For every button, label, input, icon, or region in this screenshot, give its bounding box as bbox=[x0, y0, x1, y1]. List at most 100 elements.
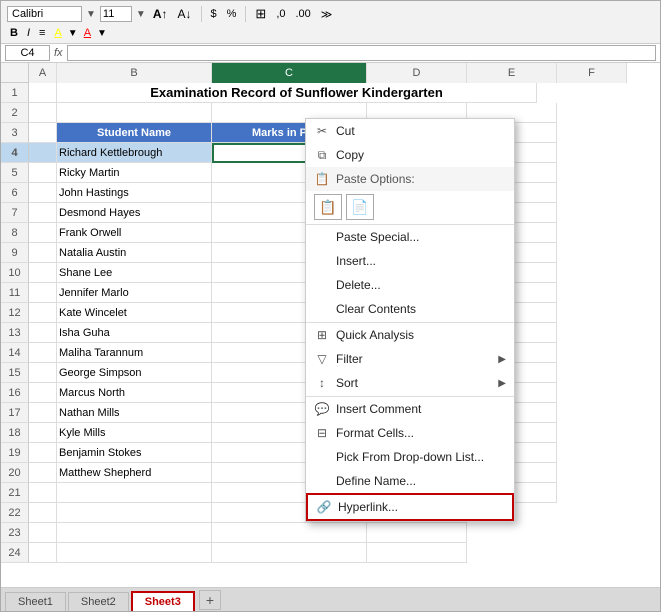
cell-14-b[interactable]: Maliha Tarannum bbox=[57, 343, 212, 363]
cell-19-a[interactable]: 19 bbox=[1, 443, 29, 463]
cell-21-a[interactable]: 21 bbox=[1, 483, 29, 503]
context-clear-contents[interactable]: Clear Contents bbox=[306, 297, 514, 321]
cell-15-a[interactable]: 15 bbox=[1, 363, 29, 383]
cell-18-a[interactable]: 18 bbox=[1, 423, 29, 443]
cell-4-b[interactable]: Richard Kettlebrough bbox=[57, 143, 212, 163]
decrease-decimal-button[interactable]: .00 bbox=[293, 7, 314, 21]
cell-19-b[interactable]: Benjamin Stokes bbox=[57, 443, 212, 463]
paste-btn-2[interactable]: 📄 bbox=[346, 194, 374, 220]
cell-23-d[interactable] bbox=[367, 523, 467, 543]
cell-24-b[interactable] bbox=[57, 543, 212, 563]
cell-16-a[interactable]: 16 bbox=[1, 383, 29, 403]
formula-input[interactable] bbox=[67, 45, 656, 61]
cell-2-a[interactable]: 2 bbox=[1, 103, 29, 123]
sheet-tab-1[interactable]: Sheet1 bbox=[5, 592, 66, 611]
shrink-font-button[interactable]: A↓ bbox=[174, 6, 194, 22]
cell-5-a[interactable]: 5 bbox=[1, 163, 29, 183]
col-header-c[interactable]: C bbox=[212, 63, 367, 83]
percent-button[interactable]: % bbox=[224, 7, 240, 21]
divider1 bbox=[201, 6, 202, 22]
align-button[interactable]: ≡ bbox=[36, 26, 48, 40]
cell-12-a[interactable]: 12 bbox=[1, 303, 29, 323]
cell-20-b[interactable]: Matthew Shepherd bbox=[57, 463, 212, 483]
cell-6-a[interactable]: 6 bbox=[1, 183, 29, 203]
cell-20-a[interactable]: 20 bbox=[1, 463, 29, 483]
context-hyperlink[interactable]: 🔗 Hyperlink... bbox=[306, 493, 514, 521]
col-header-b[interactable]: B bbox=[57, 63, 212, 83]
cell-1-a[interactable]: 1 bbox=[1, 83, 29, 103]
add-sheet-button[interactable]: + bbox=[199, 590, 221, 610]
cell-23-a[interactable]: 23 bbox=[1, 523, 29, 543]
context-filter[interactable]: ▽ Filter ▶ bbox=[306, 347, 514, 371]
cell-3-a[interactable]: 3 bbox=[1, 123, 29, 143]
cell-9-a[interactable]: 9 bbox=[1, 243, 29, 263]
cell-4-a[interactable]: 4 bbox=[1, 143, 29, 163]
sheet-tab-2[interactable]: Sheet2 bbox=[68, 592, 129, 611]
cell-5-b[interactable]: Ricky Martin bbox=[57, 163, 212, 183]
cell-7-b[interactable]: Desmond Hayes bbox=[57, 203, 212, 223]
increase-decimal-button[interactable]: ,0 bbox=[273, 7, 288, 21]
context-pick-dropdown[interactable]: Pick From Drop-down List... bbox=[306, 445, 514, 469]
cell-2-b[interactable] bbox=[57, 103, 212, 123]
cell-8-b[interactable]: Frank Orwell bbox=[57, 223, 212, 243]
cell-21-b[interactable] bbox=[57, 483, 212, 503]
cell-24-a[interactable]: 24 bbox=[1, 543, 29, 563]
cell-name-box[interactable] bbox=[5, 45, 50, 61]
font-name-input[interactable] bbox=[7, 6, 82, 22]
context-cut[interactable]: ✂ Cut bbox=[306, 119, 514, 143]
sheet-tab-3[interactable]: Sheet3 bbox=[131, 591, 195, 611]
paste-btn-1[interactable]: 📋 bbox=[314, 194, 342, 220]
cell-13-b[interactable]: Isha Guha bbox=[57, 323, 212, 343]
cell-23-c[interactable] bbox=[212, 523, 367, 543]
cell-22-a[interactable]: 22 bbox=[1, 503, 29, 523]
font-name-dropdown-icon[interactable]: ▼ bbox=[86, 9, 96, 20]
cell-13-a[interactable]: 13 bbox=[1, 323, 29, 343]
context-insert[interactable]: Insert... bbox=[306, 249, 514, 273]
context-delete[interactable]: Delete... bbox=[306, 273, 514, 297]
col-header-a[interactable]: A bbox=[29, 63, 57, 83]
cell-8-a[interactable]: 8 bbox=[1, 223, 29, 243]
highlight-dropdown[interactable]: ▼ bbox=[68, 28, 78, 39]
cell-24-d[interactable] bbox=[367, 543, 467, 563]
cell-14-a[interactable]: 14 bbox=[1, 343, 29, 363]
cell-17-a[interactable]: 17 bbox=[1, 403, 29, 423]
cell-10-a[interactable]: 10 bbox=[1, 263, 29, 283]
highlight-button[interactable]: A bbox=[51, 26, 64, 40]
context-quick-analysis[interactable]: ⊞ Quick Analysis bbox=[306, 322, 514, 347]
cell-11-a[interactable]: 11 bbox=[1, 283, 29, 303]
cell-23-b[interactable] bbox=[57, 523, 212, 543]
cell-22-b[interactable] bbox=[57, 503, 212, 523]
context-insert-comment[interactable]: 💬 Insert Comment bbox=[306, 396, 514, 421]
context-format-cells[interactable]: ⊟ Format Cells... bbox=[306, 421, 514, 445]
cell-16-b[interactable]: Marcus North bbox=[57, 383, 212, 403]
border-button[interactable]: ⊞ bbox=[252, 5, 269, 23]
dollar-button[interactable]: $ bbox=[208, 7, 220, 21]
col-header-d[interactable]: D bbox=[367, 63, 467, 83]
font-color-button[interactable]: A bbox=[81, 26, 94, 40]
cell-9-b[interactable]: Natalia Austin bbox=[57, 243, 212, 263]
context-paste-special[interactable]: Paste Special... bbox=[306, 224, 514, 249]
context-copy[interactable]: ⧉ Copy bbox=[306, 143, 514, 167]
cell-17-b[interactable]: Nathan Mills bbox=[57, 403, 212, 423]
italic-button[interactable]: I bbox=[24, 26, 33, 40]
cell-24-c[interactable] bbox=[212, 543, 367, 563]
col-header-e[interactable]: E bbox=[467, 63, 557, 83]
context-sort[interactable]: ↕ Sort ▶ bbox=[306, 371, 514, 395]
cell-6-b[interactable]: John Hastings bbox=[57, 183, 212, 203]
cell-header-student[interactable]: Student Name bbox=[57, 123, 212, 143]
cell-10-b[interactable]: Shane Lee bbox=[57, 263, 212, 283]
col-header-f[interactable]: F bbox=[557, 63, 627, 83]
grow-font-button[interactable]: A↑ bbox=[150, 6, 171, 22]
bold-button[interactable]: B bbox=[7, 26, 21, 40]
font-color-dropdown[interactable]: ▼ bbox=[97, 28, 107, 39]
cell-11-b[interactable]: Jennifer Marlo bbox=[57, 283, 212, 303]
cell-7-a[interactable]: 7 bbox=[1, 203, 29, 223]
extra-btn[interactable]: ≫ bbox=[318, 7, 336, 22]
font-size-dropdown-icon[interactable]: ▼ bbox=[136, 9, 146, 20]
context-define-name[interactable]: Define Name... bbox=[306, 469, 514, 493]
cell-12-b[interactable]: Kate Wincelet bbox=[57, 303, 212, 323]
cell-15-b[interactable]: George Simpson bbox=[57, 363, 212, 383]
font-size-input[interactable] bbox=[100, 6, 132, 22]
cell-8-aa bbox=[29, 223, 57, 243]
cell-18-b[interactable]: Kyle Mills bbox=[57, 423, 212, 443]
